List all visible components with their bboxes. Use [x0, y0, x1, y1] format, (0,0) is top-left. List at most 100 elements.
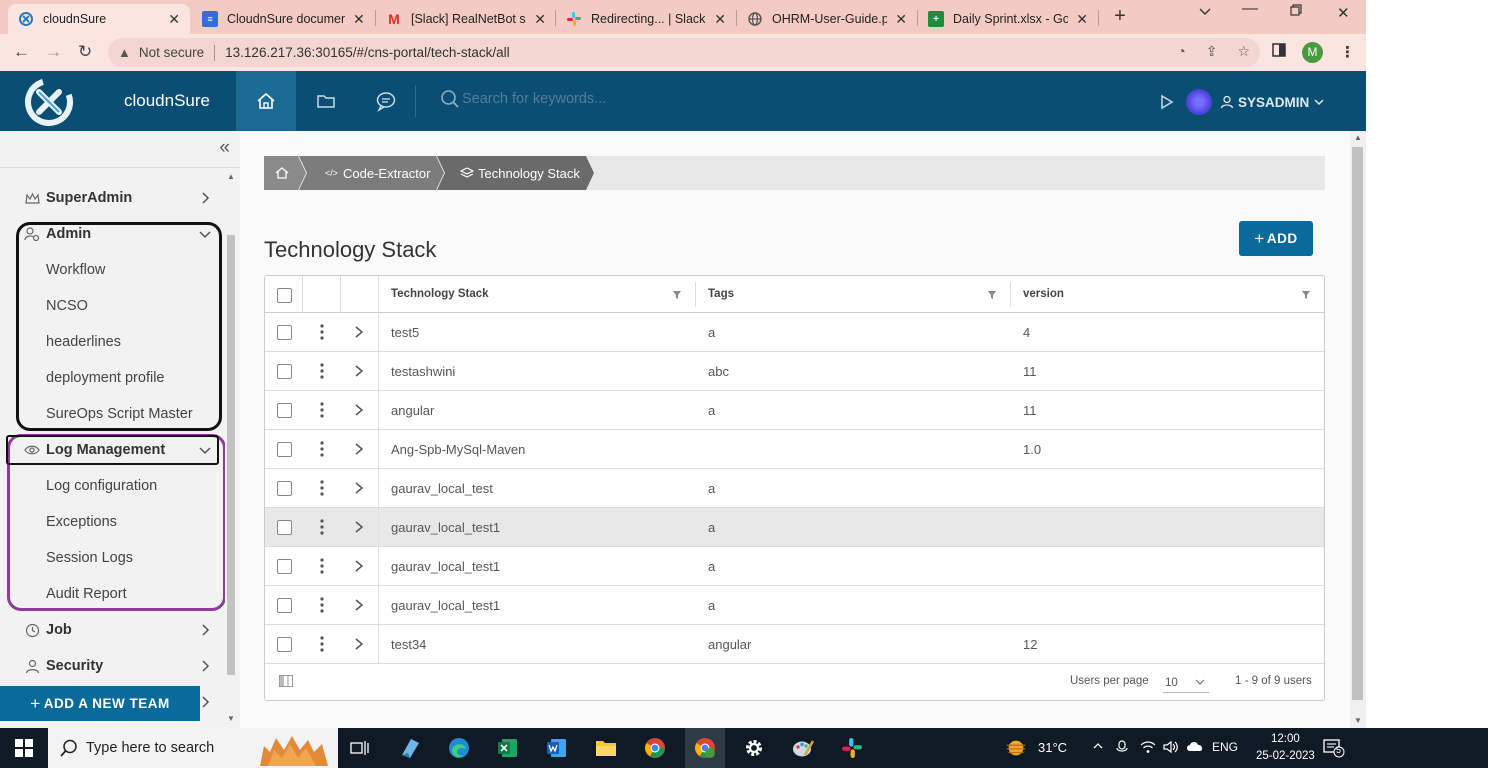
- row-checkbox[interactable]: [277, 364, 292, 379]
- url-text[interactable]: 13.126.217.36:30165/#/cns-portal/tech-st…: [225, 45, 509, 60]
- browser-tab-slack[interactable]: Redirecting... | Slack ✕: [556, 4, 736, 34]
- sidebar-item-ncso[interactable]: NCSO: [0, 288, 222, 324]
- table-row[interactable]: gaurav_local_test1 a: [265, 547, 1324, 586]
- breadcrumb-home[interactable]: [274, 156, 290, 190]
- notepad-app-icon[interactable]: [398, 736, 422, 760]
- onedrive-cloud-icon[interactable]: [1186, 740, 1204, 755]
- paint-app-icon[interactable]: [791, 736, 815, 760]
- side-panel-icon[interactable]: [1272, 43, 1286, 61]
- table-row[interactable]: gaurav_local_test a: [265, 469, 1324, 508]
- folder-nav-button[interactable]: [296, 71, 356, 131]
- column-header-version[interactable]: version: [1023, 276, 1064, 312]
- browser-tab-cloudnsure[interactable]: cloudnSure ✕: [8, 4, 190, 34]
- add-new-team-button[interactable]: + ADD A NEW TEAM: [0, 686, 200, 721]
- column-divider[interactable]: [695, 282, 696, 307]
- window-close-icon[interactable]: ✕: [1337, 4, 1350, 22]
- browser-tab-gmail[interactable]: M [Slack] RealNetBot ser ✕: [376, 4, 556, 34]
- row-checkbox[interactable]: [277, 325, 292, 340]
- row-actions-kebab-icon[interactable]: [317, 596, 327, 614]
- chrome-browser-icon[interactable]: [643, 736, 667, 760]
- system-clock[interactable]: 12:00 25-02-2023: [1256, 731, 1315, 765]
- row-checkbox[interactable]: [277, 637, 292, 652]
- profile-avatar[interactable]: M: [1302, 42, 1323, 63]
- row-checkbox[interactable]: [277, 442, 292, 457]
- user-menu[interactable]: SYSADMIN: [1220, 95, 1325, 110]
- table-row[interactable]: Ang-Spb-MySql-Maven 1.0: [265, 430, 1324, 469]
- share-icon[interactable]: ⇪: [1206, 43, 1218, 60]
- sidebar-item-headerlines[interactable]: headerlines: [0, 324, 222, 360]
- header-search[interactable]: Search for keywords...: [440, 89, 606, 109]
- row-actions-kebab-icon[interactable]: [317, 518, 327, 536]
- edge-browser-icon[interactable]: [447, 736, 471, 760]
- cloudnsure-logo[interactable]: [24, 77, 74, 127]
- add-button[interactable]: + ADD: [1239, 221, 1313, 256]
- filter-icon[interactable]: [672, 290, 682, 300]
- column-toggle-icon[interactable]: [279, 675, 293, 687]
- expand-row-chevron-icon[interactable]: [353, 481, 365, 495]
- row-checkbox[interactable]: [277, 403, 292, 418]
- close-icon[interactable]: ✕: [168, 11, 180, 28]
- browser-tab-sheets[interactable]: + Daily Sprint.xlsx - Goo ✕: [918, 4, 1098, 34]
- play-icon[interactable]: [1160, 94, 1174, 110]
- table-row[interactable]: test34 angular 12: [265, 625, 1324, 664]
- sidebar-item-session-logs[interactable]: Session Logs: [0, 540, 222, 576]
- main-scrollbar[interactable]: ▲ ▼: [1350, 131, 1366, 728]
- row-checkbox[interactable]: [277, 520, 292, 535]
- chrome-profile-app-icon[interactable]: [693, 736, 717, 760]
- expand-row-chevron-icon[interactable]: [353, 325, 365, 339]
- scroll-down-arrow-icon[interactable]: ▼: [227, 714, 235, 723]
- scroll-up-arrow-icon[interactable]: ▲: [1354, 133, 1362, 142]
- close-icon[interactable]: ✕: [1076, 11, 1088, 28]
- close-icon[interactable]: ✕: [534, 11, 546, 28]
- input-language[interactable]: ENG: [1212, 740, 1238, 754]
- expand-row-chevron-icon[interactable]: [353, 403, 365, 417]
- taskbar-search-placeholder[interactable]: Type here to search: [86, 740, 214, 756]
- select-all-checkbox[interactable]: [277, 288, 292, 303]
- row-actions-kebab-icon[interactable]: [317, 401, 327, 419]
- row-actions-kebab-icon[interactable]: [317, 440, 327, 458]
- row-actions-kebab-icon[interactable]: [317, 479, 327, 497]
- close-icon[interactable]: ✕: [714, 11, 726, 28]
- sidebar-scrollbar[interactable]: ▲ ▼: [225, 169, 237, 728]
- task-view-icon[interactable]: [348, 736, 372, 760]
- main-scroll-thumb[interactable]: [1352, 147, 1363, 700]
- table-row[interactable]: gaurav_local_test1 a: [265, 508, 1324, 547]
- settings-gear-icon[interactable]: [742, 736, 766, 760]
- breadcrumb-technology-stack[interactable]: Technology Stack: [460, 156, 580, 190]
- sidebar-item-log-management[interactable]: Log Management: [0, 432, 222, 468]
- browser-menu-kebab-icon[interactable]: ⋮: [1340, 43, 1355, 61]
- new-tab-plus-icon[interactable]: +: [1110, 5, 1130, 27]
- column-divider[interactable]: [1010, 282, 1011, 307]
- sidebar-item-exceptions[interactable]: Exceptions: [0, 504, 222, 540]
- sidebar-item-audit-report[interactable]: Audit Report: [0, 576, 222, 612]
- reload-icon[interactable]: ↻: [78, 42, 92, 62]
- notification-center-icon[interactable]: 5: [1322, 736, 1346, 760]
- restore-icon[interactable]: [1290, 4, 1303, 20]
- search-input[interactable]: Search for keywords...: [462, 91, 606, 107]
- row-actions-kebab-icon[interactable]: [317, 362, 327, 380]
- sidebar-item-security[interactable]: Security: [0, 648, 222, 684]
- row-actions-kebab-icon[interactable]: [317, 557, 327, 575]
- scroll-down-arrow-icon[interactable]: ▼: [1354, 716, 1362, 725]
- sidebar-item-log-configuration[interactable]: Log configuration: [0, 468, 222, 504]
- not-secure-label[interactable]: Not secure: [139, 45, 204, 60]
- back-arrow-icon[interactable]: ←: [13, 42, 30, 62]
- column-header-technology-stack[interactable]: Technology Stack: [391, 276, 489, 312]
- wifi-icon[interactable]: [1140, 740, 1156, 757]
- sidebar-item-workflow[interactable]: Workflow: [0, 252, 222, 288]
- home-nav-button[interactable]: [236, 71, 296, 131]
- filter-icon[interactable]: [1301, 290, 1311, 300]
- expand-row-chevron-icon[interactable]: [353, 442, 365, 456]
- browser-tab-docs[interactable]: ≡ CloudnSure document ✕: [192, 4, 375, 34]
- meet-now-icon[interactable]: [1116, 740, 1130, 757]
- expand-row-chevron-icon[interactable]: [353, 637, 365, 651]
- sidebar-item-job[interactable]: Job: [0, 612, 222, 648]
- chevron-up-icon[interactable]: [1092, 740, 1104, 755]
- chevron-right-icon[interactable]: [198, 695, 212, 709]
- table-row[interactable]: angular a 11: [265, 391, 1324, 430]
- bookmark-star-icon[interactable]: ☆: [1237, 43, 1250, 60]
- sidebar-scroll-thumb[interactable]: [227, 235, 235, 675]
- taskbar-search-box[interactable]: Type here to search: [48, 728, 338, 768]
- table-row[interactable]: gaurav_local_test1 a: [265, 586, 1324, 625]
- per-page-select[interactable]: 10: [1163, 673, 1209, 693]
